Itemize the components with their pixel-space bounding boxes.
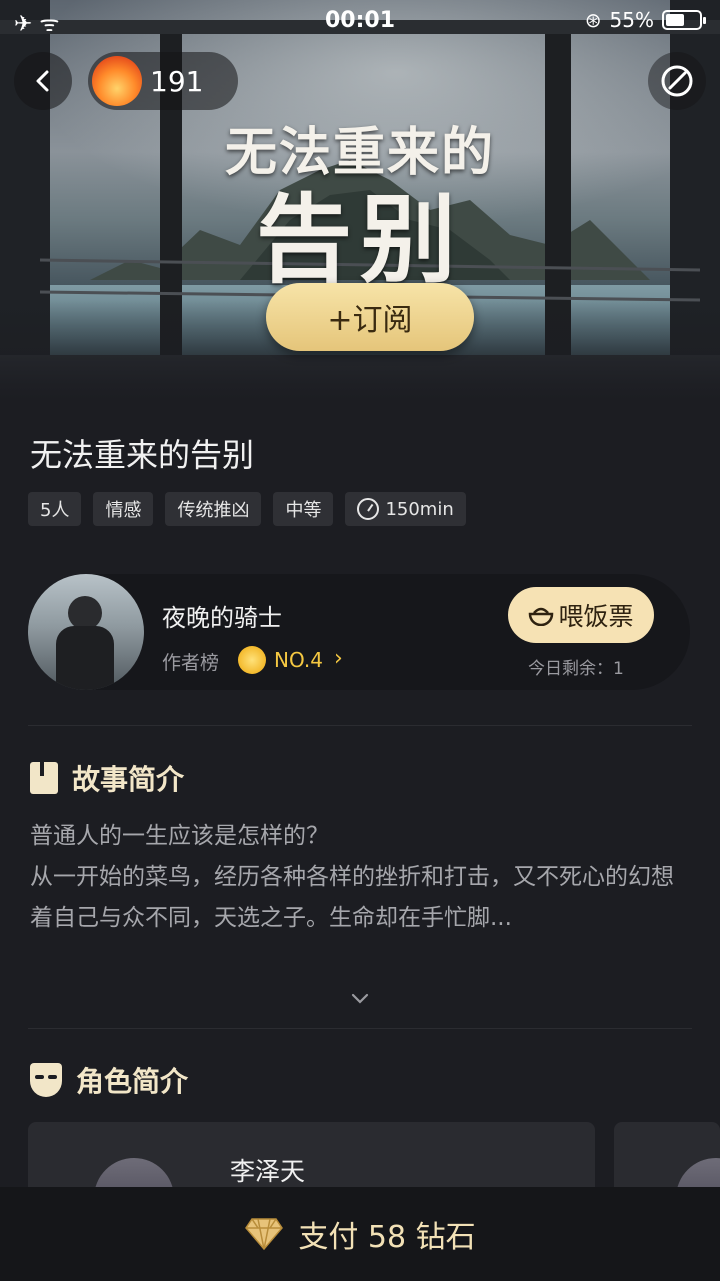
medal-icon: [238, 646, 266, 674]
rank-value[interactable]: NO.4: [274, 648, 323, 672]
diamond-icon: [245, 1218, 284, 1251]
cover-title: 无法重来的 告别: [195, 110, 525, 295]
chevron-down-icon[interactable]: [350, 988, 370, 1008]
divider: [28, 725, 692, 726]
subscribe-button[interactable]: +订阅: [266, 283, 474, 351]
remaining-today: 今日剩余：1: [528, 659, 624, 679]
edit-button[interactable]: [648, 52, 706, 110]
cover-title-line1: 无法重来的: [224, 122, 495, 183]
back-button[interactable]: [14, 52, 72, 110]
rank-label: 作者榜: [162, 652, 220, 674]
heat-badge: 191: [88, 52, 238, 110]
avatar-head: [68, 596, 102, 630]
author-card[interactable]: 夜晚的骑士 作者榜 NO.4 › 喂饭票 今日剩余：1: [28, 574, 690, 690]
status-right: ⊛ 55%: [584, 8, 706, 32]
tag-players: 5人: [28, 492, 82, 526]
synopsis-title: 故事简介: [72, 763, 185, 796]
tag-type: 传统推凶: [165, 492, 262, 526]
pay-label: 支付 58 钻石: [298, 1220, 476, 1255]
flame-icon: [92, 56, 142, 106]
tag-duration: 150min: [345, 492, 466, 526]
avatar-body: [56, 626, 114, 690]
tag-genre: 情感: [93, 492, 154, 526]
tag-difficulty: 中等: [273, 492, 334, 526]
rotation-lock-icon: ⊛: [584, 8, 602, 32]
characters-title: 角色简介: [76, 1065, 189, 1098]
status-bar: ✈ ᯤ 00:01 ⊛ 55%: [0, 0, 720, 40]
timer-icon: [357, 498, 380, 520]
cover-title-line2: 告别: [256, 183, 464, 296]
heat-count: 191: [150, 65, 204, 98]
mask-icon: [30, 1063, 62, 1097]
synopsis-heading: 故事简介: [30, 758, 184, 798]
characters-heading: 角色简介: [30, 1060, 188, 1100]
edit-circle-icon: [661, 65, 693, 97]
author-name: 夜晚的骑士: [162, 604, 282, 632]
duration-text: 150min: [385, 498, 454, 520]
divider: [28, 1028, 692, 1029]
battery-icon: [662, 10, 706, 30]
feed-ticket-button[interactable]: 喂饭票: [508, 587, 654, 643]
character-name: 李泽天: [230, 1157, 306, 1186]
pay-button[interactable]: 支付 58 钻石: [0, 1187, 720, 1281]
chevron-left-icon: [36, 70, 49, 92]
tag-list: 5人 情感 传统推凶 中等 150min: [28, 492, 466, 526]
book-icon: [30, 762, 58, 794]
chevron-right-icon[interactable]: ›: [334, 646, 343, 671]
feed-ticket-label: 喂饭票: [558, 602, 634, 631]
rice-bowl-icon: [529, 607, 554, 626]
synopsis-text: 普通人的一生应该是怎样的？ 从一开始的菜鸟，经历各种各样的挫折和打击，又不死心的…: [30, 823, 674, 931]
story-title: 无法重来的告别: [30, 436, 255, 474]
avatar[interactable]: [28, 574, 144, 690]
battery-percent: 55%: [609, 8, 654, 32]
